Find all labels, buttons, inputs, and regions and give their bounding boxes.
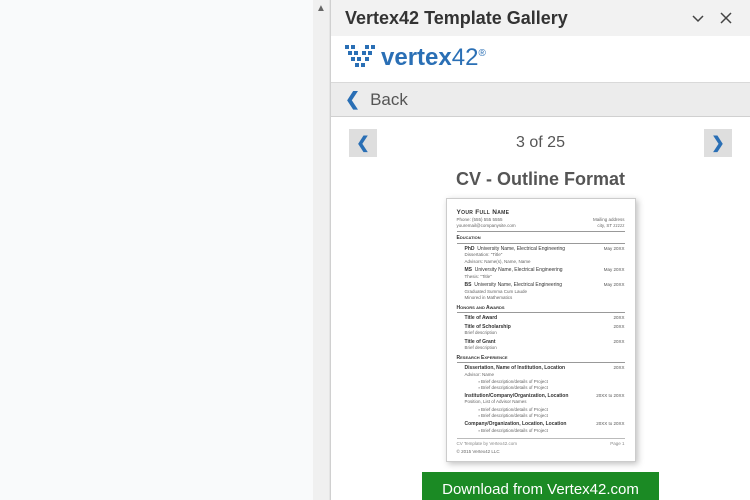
chevron-down-icon [691, 11, 705, 25]
pager-label: 3 of 25 [516, 134, 565, 152]
pager-prev-button[interactable]: ❮ [349, 129, 377, 157]
preview-name: Your Full Name [457, 209, 625, 217]
preview-footer-right: Page 1 [610, 441, 624, 447]
left-scrollbar[interactable]: ▲ [313, 0, 329, 500]
honor-entry: Title of Award20XX [457, 315, 625, 322]
logo-mark-icon [345, 45, 375, 71]
preview-addr2: city, ST zzzzz [593, 223, 625, 229]
logo-row: vertex42® [331, 36, 750, 83]
preview-email: youremail@companysite.com [457, 223, 516, 229]
edu-entry: BS University Name, Electrical Engineeri… [457, 282, 625, 302]
close-icon [720, 12, 732, 24]
template-gallery-panel: Vertex42 Template Gallery [330, 0, 750, 500]
preview-footer-left: CV Template by Vertex42.com [457, 441, 517, 447]
download-button[interactable]: Download from Vertex42.com [422, 472, 659, 500]
template-preview[interactable]: Your Full Name Phone: (555) 555 5555 you… [446, 198, 636, 462]
vertex42-logo: vertex42® [345, 44, 736, 72]
chevron-left-icon: ❮ [356, 133, 369, 153]
honor-entry: Title of ScholarshipBrief description20X… [457, 324, 625, 337]
template-title: CV - Outline Format [349, 169, 732, 190]
document-area: ▲ [0, 0, 330, 500]
pager-next-button[interactable]: ❯ [704, 129, 732, 157]
edu-entry: MS University Name, Electrical Engineeri… [457, 267, 625, 280]
research-entry: Company/Organization, Location, Location… [457, 421, 625, 434]
section-education: Education [457, 235, 625, 244]
pager: ❮ 3 of 25 ❯ [349, 129, 732, 157]
honor-entry: Title of GrantBrief description20XX [457, 339, 625, 352]
close-button[interactable] [712, 6, 740, 30]
back-label: Back [370, 90, 408, 110]
preview-container: Your Full Name Phone: (555) 555 5555 you… [349, 198, 732, 462]
back-button[interactable]: ❮ Back [331, 83, 750, 117]
preview-copyright: © 2015 Vertex42 LLC [457, 449, 625, 455]
research-entry: Institution/Company/Organization, Locati… [457, 393, 625, 419]
research-entry: Dissertation, Name of Institution, Locat… [457, 365, 625, 391]
panel-content: ❮ 3 of 25 ❯ CV - Outline Format Your Ful… [331, 117, 750, 500]
section-research: Research Experience [457, 355, 625, 364]
edu-entry: PhD University Name, Electrical Engineer… [457, 246, 625, 266]
logo-text: vertex42® [381, 44, 486, 72]
collapse-button[interactable] [684, 6, 712, 30]
scroll-up-arrow-icon[interactable]: ▲ [313, 0, 329, 16]
section-honors: Honors and Awards [457, 305, 625, 314]
chevron-right-icon: ❯ [711, 133, 724, 153]
panel-header: Vertex42 Template Gallery [331, 0, 750, 36]
panel-title: Vertex42 Template Gallery [345, 8, 684, 29]
chevron-left-icon: ❮ [345, 89, 360, 110]
